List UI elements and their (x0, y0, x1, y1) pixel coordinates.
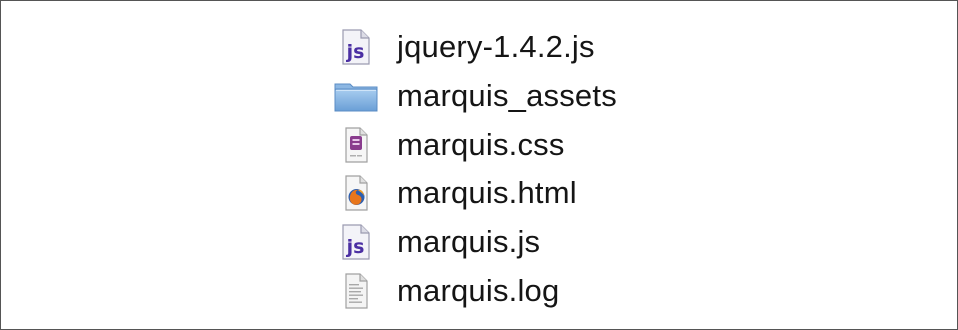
file-row-html[interactable]: marquis.html (333, 169, 617, 218)
js-badge-label: js (346, 236, 365, 258)
folder-icon (333, 76, 379, 116)
css-file-icon (333, 125, 379, 165)
log-file-icon (333, 271, 379, 311)
file-listing-window: js jquery-1.4.2.js marquis_assets marqui… (0, 0, 958, 330)
js-file-icon: js (333, 27, 379, 67)
js-file-icon: js (333, 222, 379, 262)
file-row-log[interactable]: marquis.log (333, 266, 617, 315)
html-file-icon (333, 173, 379, 213)
file-list: js jquery-1.4.2.js marquis_assets marqui… (333, 23, 617, 315)
file-row-css[interactable]: marquis.css (333, 120, 617, 169)
file-name: marquis.css (397, 126, 565, 162)
file-name: marquis.log (397, 272, 560, 308)
file-name: jquery-1.4.2.js (397, 29, 595, 65)
file-name: marquis.js (397, 224, 541, 260)
file-row-jquery[interactable]: js jquery-1.4.2.js (333, 23, 617, 72)
file-name: marquis_assets (397, 78, 617, 114)
file-row-js[interactable]: js marquis.js (333, 218, 617, 267)
file-name: marquis.html (397, 175, 577, 211)
file-row-assets-folder[interactable]: marquis_assets (333, 72, 617, 121)
js-badge-label: js (346, 41, 365, 63)
